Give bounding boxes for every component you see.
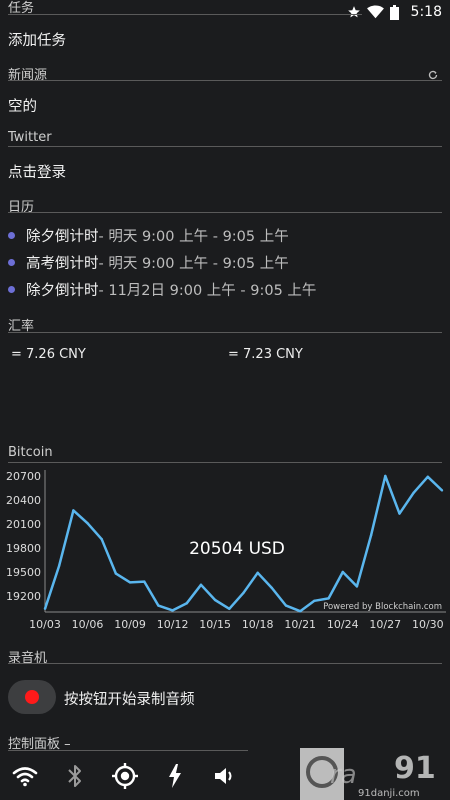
news-divider xyxy=(8,80,442,81)
x-tick-label: 10/15 xyxy=(199,618,231,631)
price-point xyxy=(313,599,316,602)
status-time: 5:18 xyxy=(410,4,442,20)
event-title: 高考倒计时 xyxy=(26,255,99,272)
price-point xyxy=(199,583,203,586)
recorder-divider xyxy=(8,663,442,664)
price-point xyxy=(270,586,274,590)
y-tick-label: 20700 xyxy=(6,470,41,483)
x-tick-label: 10/12 xyxy=(157,618,189,631)
y-tick-label: 19500 xyxy=(6,566,41,579)
y-tick-label: 20100 xyxy=(6,518,41,531)
price-point xyxy=(72,509,75,512)
calendar-event[interactable]: 除夕倒计时 - 明天 9:00 上午 - 9:05 上午 xyxy=(8,224,289,246)
bitcoin-divider xyxy=(8,462,442,463)
y-tick-label: 19800 xyxy=(6,542,41,555)
x-tick-label: 10/06 xyxy=(72,618,104,631)
record-dot-icon xyxy=(25,690,39,704)
price-point xyxy=(369,534,373,537)
calendar-event[interactable]: 除夕倒计时 - 11月2日 9:00 上午 - 9:05 上午 xyxy=(8,278,316,300)
tasks-divider xyxy=(8,14,362,15)
gps-icon[interactable] xyxy=(100,752,150,800)
svg-text:91danji.com: 91danji.com xyxy=(358,788,420,799)
status-bar: 5:18 xyxy=(347,0,450,24)
y-tick-label: 19200 xyxy=(6,590,41,603)
recorder-hint: 按按钮开始录制音频 xyxy=(64,692,195,708)
bluetooth-icon[interactable] xyxy=(50,752,100,800)
twitter-login-button[interactable]: 点击登录 xyxy=(8,161,66,182)
volume-icon[interactable] xyxy=(200,752,250,800)
price-point xyxy=(412,491,415,494)
x-tick-label: 10/03 xyxy=(29,618,61,631)
add-task-button[interactable]: 添加任务 xyxy=(8,29,66,50)
x-tick-label: 10/18 xyxy=(242,618,274,631)
price-point xyxy=(299,610,302,613)
svg-text:ra: ra xyxy=(330,760,357,790)
y-tick-label: 20400 xyxy=(6,494,41,507)
price-point xyxy=(355,585,359,588)
calendar-divider xyxy=(8,212,442,213)
price-point xyxy=(256,571,259,574)
x-tick-label: 10/21 xyxy=(284,618,316,631)
price-point xyxy=(86,522,89,525)
event-dot xyxy=(8,258,15,266)
svg-text:91: 91 xyxy=(394,751,436,786)
price-point xyxy=(341,570,344,574)
battery-icon xyxy=(389,4,399,20)
price-point xyxy=(114,572,118,575)
wifi-toggle-icon[interactable] xyxy=(0,752,50,800)
price-point xyxy=(157,604,160,607)
x-tick-label: 10/09 xyxy=(114,618,146,631)
price-point xyxy=(327,597,330,600)
bitcoin-chart[interactable]: 20700 20400 20100 19800 19500 19200 10/03 10/06… xyxy=(0,466,450,634)
flash-icon[interactable] xyxy=(150,752,200,800)
calendar-event[interactable]: 高考倒计时 - 明天 9:00 上午 - 9:05 上午 xyxy=(8,251,289,273)
price-point xyxy=(43,607,47,610)
twitter-divider xyxy=(8,146,442,147)
price-point xyxy=(398,512,401,515)
record-button[interactable] xyxy=(8,680,56,714)
price-point xyxy=(128,581,132,584)
x-tick-label: 10/27 xyxy=(369,618,401,631)
event-time: - 明天 9:00 上午 - 9:05 上午 xyxy=(98,228,289,245)
wifi-icon xyxy=(366,5,384,19)
price-point xyxy=(143,580,146,583)
price-point xyxy=(426,475,430,478)
watermark-logo: ra 91 91danji.com xyxy=(300,748,436,800)
refresh-icon[interactable] xyxy=(428,65,438,84)
x-tick-label: 10/24 xyxy=(327,618,359,631)
control-panel-divider xyxy=(8,750,248,751)
powered-by-label: Powered by Blockchain.com xyxy=(323,602,442,612)
twitter-section-title: Twitter xyxy=(8,130,52,145)
event-dot xyxy=(8,231,15,239)
price-point xyxy=(284,604,288,607)
price-point xyxy=(228,607,231,610)
star-icon xyxy=(347,5,361,19)
price-point xyxy=(100,538,103,541)
bitcoin-section-title: Bitcoin xyxy=(8,445,53,460)
price-point xyxy=(213,598,217,602)
price-point xyxy=(242,591,245,594)
event-title: 除夕倒计时 xyxy=(26,282,99,299)
price-point xyxy=(440,489,444,492)
price-point xyxy=(57,564,61,567)
bitcoin-price: 20504 USD xyxy=(189,539,285,559)
exchange-rate-value: = 7.26 CNY xyxy=(11,347,86,362)
price-point xyxy=(185,602,188,605)
event-dot xyxy=(8,285,15,293)
news-empty-text: 空的 xyxy=(8,99,37,115)
event-time: - 明天 9:00 上午 - 9:05 上午 xyxy=(98,255,289,272)
event-time: - 11月2日 9:00 上午 - 9:05 上午 xyxy=(98,282,317,299)
x-tick-label: 10/30 xyxy=(412,618,444,631)
exchange-divider xyxy=(8,332,442,333)
price-point xyxy=(384,474,387,478)
exchange-rate-value: = 7.23 CNY xyxy=(228,347,303,362)
price-point xyxy=(171,609,174,612)
event-title: 除夕倒计时 xyxy=(26,228,99,245)
